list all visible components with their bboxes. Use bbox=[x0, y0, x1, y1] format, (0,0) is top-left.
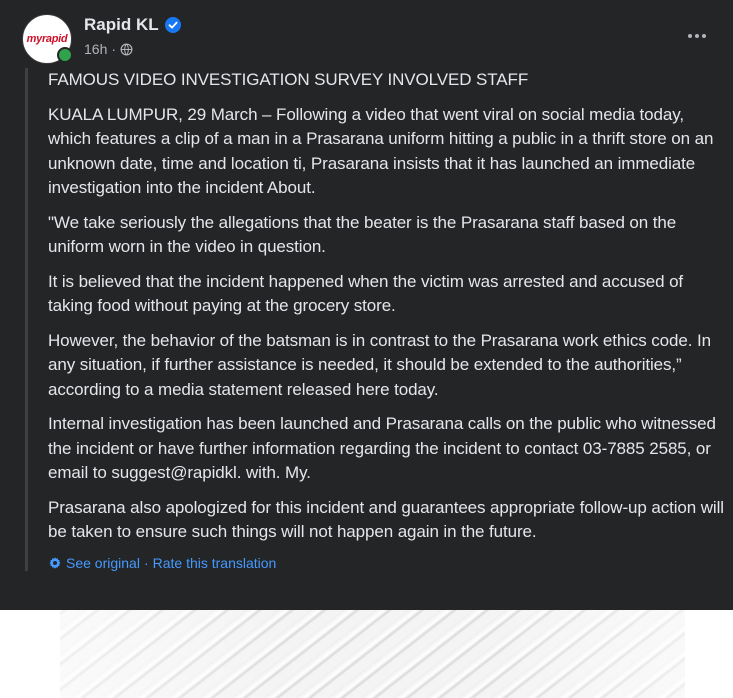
post-body: FAMOUS VIDEO INVESTIGATION SURVEY INVOLV… bbox=[25, 68, 725, 571]
post-image[interactable] bbox=[0, 610, 733, 698]
translation-row: See original · Rate this translation bbox=[48, 555, 725, 571]
verified-badge-icon bbox=[164, 17, 181, 33]
more-options-icon bbox=[688, 34, 692, 38]
post-meta: 16h · bbox=[84, 41, 133, 57]
post-paragraph: "We take seriously the allegations that … bbox=[48, 212, 677, 257]
post-author-name[interactable]: Rapid KL bbox=[84, 15, 159, 35]
post-image-overlay bbox=[60, 610, 685, 698]
gear-icon[interactable] bbox=[48, 556, 62, 570]
post-paragraph: KUALA LUMPUR, 29 March – Following a vid… bbox=[48, 104, 714, 198]
post-paragraph: It is believed that the incident happene… bbox=[48, 271, 684, 316]
meta-separator: · bbox=[111, 41, 117, 57]
post-paragraph: Internal investigation has been launched… bbox=[48, 414, 716, 482]
post-author-row: Rapid KL bbox=[84, 15, 181, 35]
rate-translation-link[interactable]: Rate this translation bbox=[153, 555, 277, 571]
see-original-link[interactable]: See original bbox=[66, 555, 140, 571]
post-paragraph: However, the behavior of the batsman is … bbox=[48, 330, 711, 399]
globe-icon bbox=[120, 43, 133, 55]
facebook-post: myrapid Rapid KL 16h · FAMOUS VIDEO INVE… bbox=[0, 0, 733, 610]
online-status-indicator bbox=[57, 47, 73, 63]
post-paragraph-title: FAMOUS VIDEO INVESTIGATION SURVEY INVOLV… bbox=[48, 70, 529, 89]
translation-separator: · bbox=[143, 554, 149, 571]
post-timestamp[interactable]: 16h bbox=[84, 41, 107, 57]
avatar-logo: myrapid bbox=[26, 33, 68, 45]
post-paragraph: Prasarana also apologized for this incid… bbox=[48, 497, 724, 542]
more-options-button[interactable] bbox=[680, 22, 714, 50]
